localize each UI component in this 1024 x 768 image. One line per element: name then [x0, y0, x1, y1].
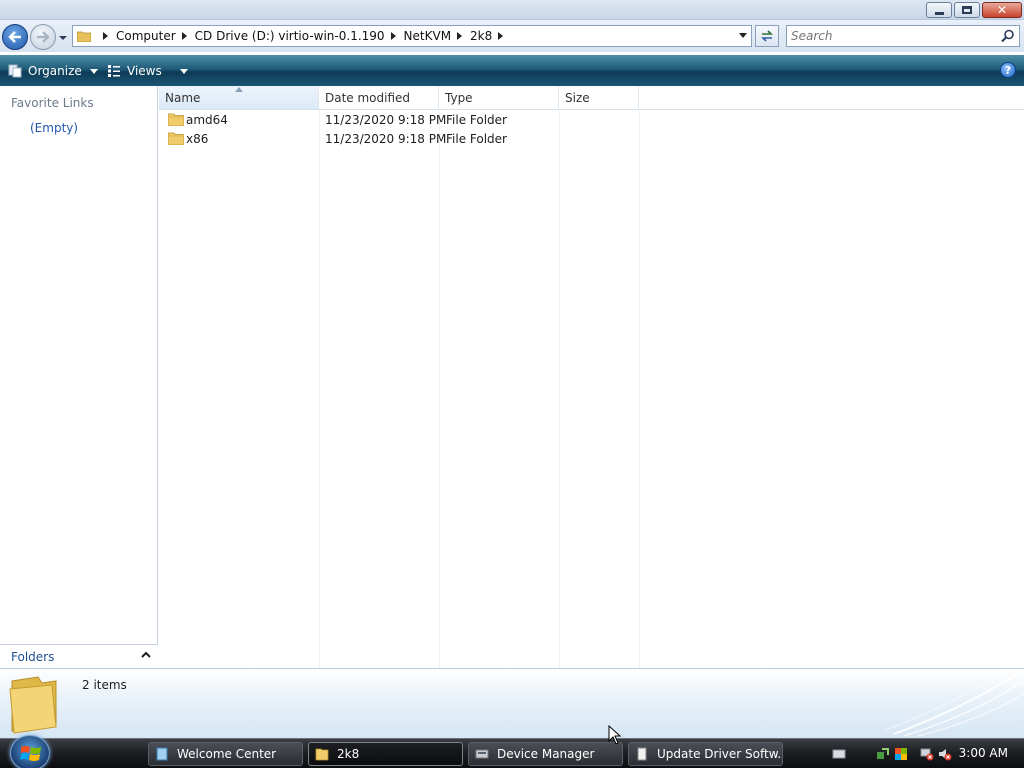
help-button[interactable]: ? [1000, 62, 1016, 78]
close-button[interactable]: ✕ [982, 2, 1022, 18]
search-icon[interactable] [1001, 29, 1015, 43]
maximize-button[interactable] [954, 2, 980, 18]
folder-icon [315, 748, 329, 761]
breadcrumb-separator[interactable] [103, 32, 108, 40]
breadcrumb-cd-drive[interactable]: CD Drive (D:) virtio-win-0.1.190 [195, 29, 385, 43]
column-headers: Name Date modified Type Size [159, 86, 1024, 110]
sort-ascending-icon [235, 87, 243, 92]
breadcrumb-separator[interactable] [498, 32, 504, 40]
navigation-pane: Favorite Links (Empty) Folders [0, 86, 158, 668]
device-manager-icon [475, 749, 489, 759]
favorite-links-title: Favorite Links [11, 96, 94, 110]
column-header-type-label: Type [445, 91, 473, 105]
folder-icon [168, 113, 184, 126]
views-button[interactable]: Views [107, 61, 188, 81]
system-tray: 3:00 AM [824, 739, 1024, 768]
column-divider [639, 110, 640, 668]
keyboard-icon[interactable] [832, 747, 846, 761]
refresh-icon [761, 30, 773, 42]
volume-muted-icon[interactable] [938, 747, 952, 761]
task-2k8[interactable]: 2k8 [308, 742, 463, 766]
security-center-icon[interactable] [894, 747, 908, 761]
file-list: Name Date modified Type Size amd64 11/23… [159, 86, 1024, 668]
column-header-name-label: Name [165, 91, 201, 105]
favorite-links-empty: (Empty) [30, 121, 79, 135]
file-type: File Folder [446, 132, 507, 146]
column-header-size[interactable]: Size [559, 86, 639, 109]
forward-arrow-icon [37, 31, 50, 43]
task-update-driver[interactable]: Update Driver Softw... [628, 742, 783, 766]
network-disconnected-icon[interactable] [920, 747, 934, 761]
folder-icon [168, 132, 184, 145]
file-type: File Folder [446, 113, 507, 127]
file-date-modified: 11/23/2020 9:18 PM [325, 113, 447, 127]
folders-toggle[interactable]: Folders [0, 644, 158, 668]
safely-remove-hardware-icon[interactable] [876, 747, 890, 761]
organize-label: Organize [28, 64, 82, 78]
file-row-x86[interactable]: x86 11/23/2020 9:18 PM File Folder [159, 129, 639, 148]
column-divider [439, 110, 440, 668]
file-name: x86 [186, 132, 209, 146]
address-bar[interactable]: Computer CD Drive (D:) virtio-win-0.1.19… [72, 25, 752, 47]
mouse-cursor-icon [608, 725, 622, 745]
refresh-button[interactable] [755, 25, 779, 47]
back-arrow-icon [8, 31, 21, 43]
back-button[interactable] [2, 24, 28, 50]
column-header-size-label: Size [565, 91, 590, 105]
views-icon [108, 65, 120, 77]
breadcrumb-separator[interactable] [457, 32, 463, 40]
chevron-down-icon [89, 68, 98, 74]
start-button[interactable] [10, 735, 50, 768]
command-bar: Organize Views ? [0, 55, 1024, 86]
taskbar: Welcome Center 2k8 Device Manager Update… [0, 735, 1024, 768]
column-header-date-modified[interactable]: Date modified [319, 86, 439, 109]
minimize-button[interactable] [926, 2, 952, 18]
address-row: Computer CD Drive (D:) virtio-win-0.1.19… [0, 20, 1024, 52]
window-title-bar: ✕ [0, 0, 1024, 20]
search-input[interactable] [787, 26, 987, 46]
maximize-icon [962, 6, 972, 14]
search-box[interactable] [786, 25, 1020, 47]
column-divider [319, 110, 320, 668]
breadcrumb-computer[interactable]: Computer [116, 29, 176, 43]
chevron-up-icon[interactable] [140, 649, 152, 661]
update-driver-icon [637, 747, 647, 761]
clock[interactable]: 3:00 AM [959, 746, 1008, 760]
organize-button[interactable]: Organize [8, 61, 98, 81]
welcome-center-icon [156, 747, 168, 761]
column-divider [559, 110, 560, 668]
minimize-icon [934, 11, 944, 15]
recent-pages-dropdown[interactable] [58, 33, 68, 43]
file-name: amd64 [186, 113, 228, 127]
breadcrumb-netkvm[interactable]: NetKVM [404, 29, 452, 43]
decorative-swoosh [885, 669, 1024, 737]
column-header-name[interactable]: Name [159, 86, 319, 109]
breadcrumb-separator[interactable] [181, 32, 187, 40]
folder-icon [77, 31, 91, 42]
task-label: Update Driver Softw... [657, 747, 783, 761]
file-row-amd64[interactable]: amd64 11/23/2020 9:18 PM File Folder [159, 110, 639, 129]
folders-label: Folders [11, 650, 55, 664]
task-label: Device Manager [497, 747, 595, 761]
windows-logo-icon [20, 746, 41, 761]
column-header-type[interactable]: Type [439, 86, 559, 109]
address-dropdown-icon[interactable] [739, 33, 747, 38]
task-label: 2k8 [337, 747, 360, 761]
breadcrumb-separator[interactable] [390, 32, 396, 40]
task-label: Welcome Center [177, 747, 277, 761]
task-welcome-center[interactable]: Welcome Center [148, 742, 303, 766]
task-device-manager[interactable]: Device Manager [468, 742, 623, 766]
item-count: 2 items [82, 678, 127, 692]
forward-button[interactable] [30, 24, 56, 50]
caption-buttons: ✕ [926, 2, 1022, 18]
large-folder-icon [9, 676, 57, 734]
close-icon: ✕ [996, 3, 1008, 17]
breadcrumb-2k8[interactable]: 2k8 [470, 29, 492, 43]
details-pane: 2 items [0, 668, 1024, 738]
file-date-modified: 11/23/2020 9:18 PM [325, 132, 447, 146]
organize-icon [8, 64, 22, 78]
views-label: Views [127, 64, 162, 78]
column-header-date-label: Date modified [325, 91, 411, 105]
chevron-down-icon [179, 68, 188, 74]
